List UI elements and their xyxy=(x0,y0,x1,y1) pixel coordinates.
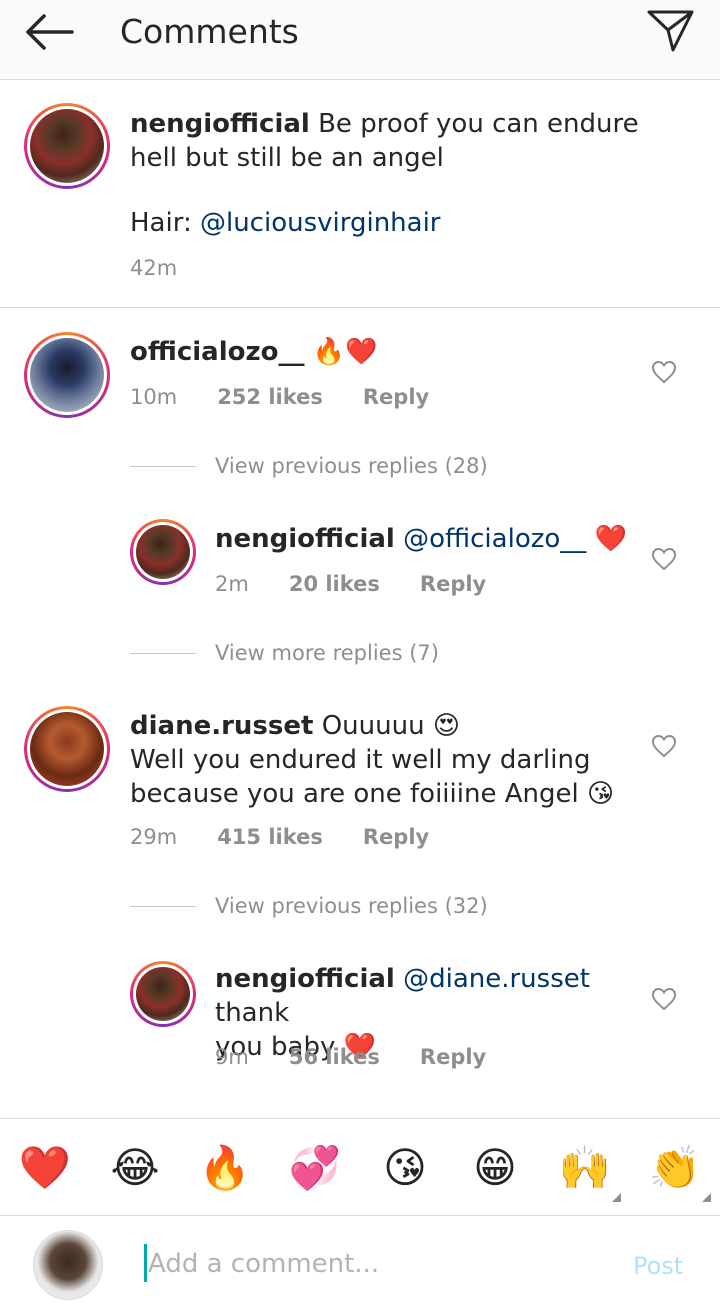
reply-likes[interactable]: 56 likes xyxy=(289,1045,380,1069)
view-previous-replies-button[interactable]: View previous replies (28) xyxy=(215,454,488,478)
emoji-clapping-button[interactable]: 👏 xyxy=(648,1141,702,1195)
reply-body-line1: thank xyxy=(215,998,290,1028)
like-heart-icon[interactable] xyxy=(651,987,677,1011)
reply-username[interactable]: nengiofficial xyxy=(215,964,395,994)
comment-meta: 10m 252 likes Reply xyxy=(130,385,469,409)
comment-likes[interactable]: 252 likes xyxy=(217,385,323,409)
reply-avatar-nengiofficial[interactable] xyxy=(130,961,196,1027)
emoji-revolving-hearts-button[interactable]: 💞 xyxy=(288,1141,342,1195)
reply-button[interactable]: Reply xyxy=(363,385,429,409)
hair-label: Hair: xyxy=(130,208,192,238)
post-button[interactable]: Post xyxy=(633,1252,683,1280)
comment-composer: Post xyxy=(0,1216,720,1311)
like-heart-icon[interactable] xyxy=(651,360,677,384)
comment-body-line2: Well you endured it well my darling xyxy=(130,745,591,775)
reply-time: 2m xyxy=(215,572,249,596)
like-heart-icon[interactable] xyxy=(651,547,677,571)
caption-avatar[interactable] xyxy=(24,103,110,189)
comment-text: diane.russet Ouuuuu 😍 Well you endured i… xyxy=(130,709,630,811)
caption-hair-line: Hair: @luciousvirginhair xyxy=(130,206,441,240)
reply-button[interactable]: Reply xyxy=(420,1045,486,1069)
quick-emoji-bar: ❤️ 😂 🔥 💞 😘 😁 🙌 👏 xyxy=(0,1118,720,1216)
text-cursor xyxy=(144,1244,147,1282)
comment-body-line1: Ouuuuu 😍 xyxy=(321,711,460,741)
direct-send-icon[interactable] xyxy=(646,8,696,54)
comment-username[interactable]: diane.russet xyxy=(130,711,313,741)
comment-body-line3: because you are one foiiiine Angel 😘 xyxy=(130,779,615,809)
page-title: Comments xyxy=(120,12,299,51)
emoji-heart-button[interactable]: ❤️ xyxy=(18,1141,72,1195)
emoji-fire-button[interactable]: 🔥 xyxy=(198,1141,252,1195)
comment-input[interactable] xyxy=(148,1244,568,1284)
reply-avatar-nengiofficial[interactable] xyxy=(130,519,196,585)
comment-body: 🔥❤️ xyxy=(312,337,378,367)
reply-username[interactable]: nengiofficial xyxy=(215,524,395,554)
view-previous-replies-button[interactable]: View previous replies (32) xyxy=(215,894,488,918)
reply-text: nengiofficial @officialozo__ ❤️ xyxy=(215,522,635,556)
like-heart-icon[interactable] xyxy=(651,734,677,758)
reply-likes[interactable]: 20 likes xyxy=(289,572,380,596)
reply-meta: 9m 56 likes Reply xyxy=(215,1045,526,1069)
emoji-grin-button[interactable]: 😁 xyxy=(468,1141,522,1195)
view-more-replies-button[interactable]: View more replies (7) xyxy=(215,641,439,665)
caption-username[interactable]: nengiofficial xyxy=(130,109,310,139)
comment-likes[interactable]: 415 likes xyxy=(217,825,323,849)
header-bar: Comments xyxy=(0,0,720,80)
comment-time: 29m xyxy=(130,825,178,849)
caption-divider xyxy=(0,307,720,308)
comment-username[interactable]: officialozo__ xyxy=(130,337,305,367)
caption-time: 42m xyxy=(130,256,178,280)
reply-mention-link[interactable]: @officialozo__ xyxy=(403,524,586,554)
thread-line xyxy=(130,466,196,467)
reply-button[interactable]: Reply xyxy=(420,572,486,596)
reply-meta: 2m 20 likes Reply xyxy=(215,572,526,596)
thread-line xyxy=(130,653,196,654)
emoji-raised-hands-button[interactable]: 🙌 xyxy=(558,1141,612,1195)
emoji-tears-of-joy-button[interactable]: 😂 xyxy=(108,1141,162,1195)
skin-tone-indicator-icon xyxy=(702,1193,711,1202)
thread-line xyxy=(130,906,196,907)
hair-mention-link[interactable]: @luciousvirginhair xyxy=(200,208,441,238)
comment-time: 10m xyxy=(130,385,178,409)
caption-meta: 42m xyxy=(130,256,217,280)
back-arrow-icon[interactable] xyxy=(22,10,76,54)
emoji-kiss-button[interactable]: 😘 xyxy=(378,1141,432,1195)
reply-button[interactable]: Reply xyxy=(363,825,429,849)
caption-text: nengiofficial Be proof you can endure he… xyxy=(130,107,690,175)
skin-tone-indicator-icon xyxy=(612,1193,621,1202)
current-user-avatar xyxy=(33,1230,103,1300)
comment-avatar-diane-russet[interactable] xyxy=(24,706,110,792)
comment-text: officialozo__ 🔥❤️ xyxy=(130,335,630,369)
reply-time: 9m xyxy=(215,1045,249,1069)
reply-body: ❤️ xyxy=(594,524,627,554)
comment-avatar-officialozo[interactable] xyxy=(24,332,110,418)
comment-meta: 29m 415 likes Reply xyxy=(130,825,469,849)
reply-mention-link[interactable]: @diane.russet xyxy=(403,964,590,994)
